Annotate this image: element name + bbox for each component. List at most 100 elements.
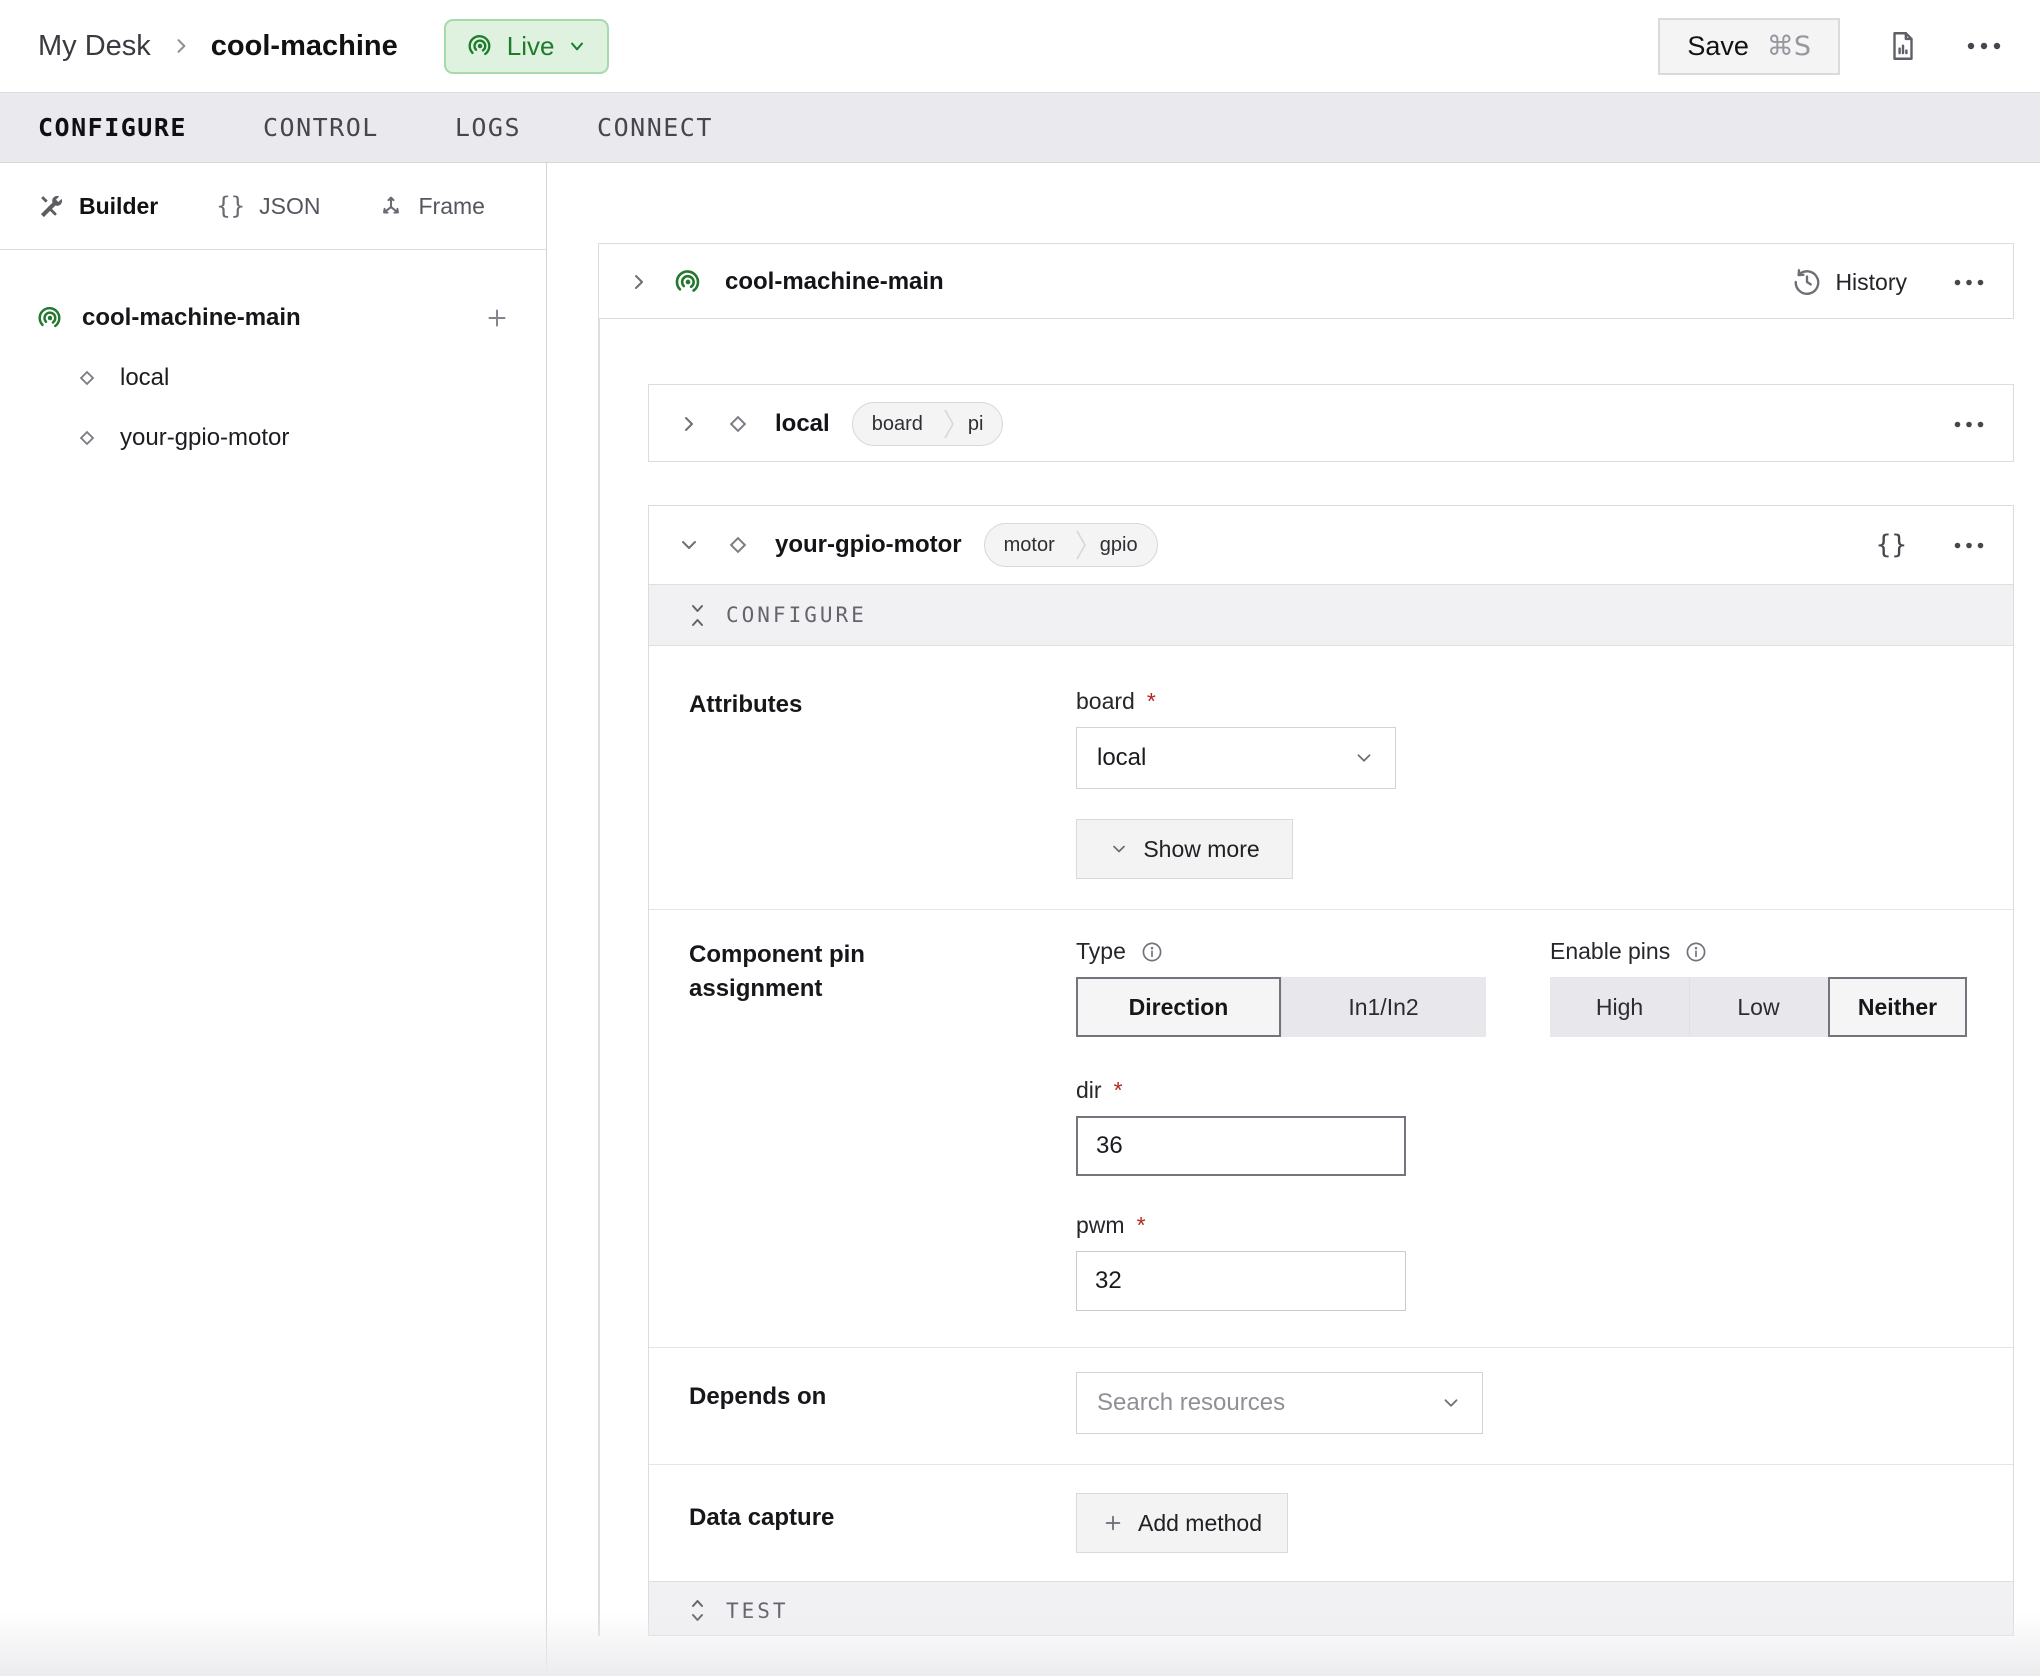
history-button[interactable]: History (1792, 267, 1907, 297)
broadcast-icon (466, 32, 494, 60)
chevron-down-icon (567, 36, 587, 56)
type-option-in1in2[interactable]: In1/In2 (1281, 977, 1486, 1037)
view-builder-label: Builder (79, 193, 158, 220)
braces-icon: {} (216, 192, 245, 220)
add-method-label: Add method (1138, 1510, 1262, 1537)
tag-type: board (853, 413, 942, 436)
breadcrumb-separator (171, 36, 191, 56)
resource-type-tags: board pi (852, 402, 1004, 446)
component-diamond-icon (74, 425, 100, 451)
board-field-label: board * (1076, 688, 1396, 715)
required-asterisk: * (1137, 1212, 1146, 1239)
type-field-label: Type (1076, 938, 1486, 965)
broadcast-icon (673, 267, 703, 297)
required-asterisk: * (1147, 688, 1156, 715)
expand-chevron-icon[interactable] (677, 412, 701, 436)
enable-pins-toggle-group: High Low Neither (1550, 977, 1967, 1037)
sidebar: Builder {} JSON Frame (0, 163, 547, 1676)
motor-card-title: your-gpio-motor (775, 531, 962, 559)
view-switcher: Builder {} JSON Frame (0, 163, 546, 250)
configure-canvas: cool-machine-main History (547, 163, 2040, 1676)
board-select-value: local (1097, 744, 1146, 772)
dir-pin-input[interactable] (1076, 1116, 1406, 1176)
enable-option-high[interactable]: High (1550, 977, 1689, 1037)
board-select[interactable]: local (1076, 727, 1396, 789)
add-component-icon[interactable] (484, 305, 510, 331)
resource-type-tags: motor gpio (984, 523, 1158, 567)
show-more-label: Show more (1143, 836, 1259, 863)
motor-component-card: your-gpio-motor motor gpio {} (648, 505, 2014, 1636)
machine-part-title: cool-machine-main (725, 268, 944, 296)
configure-section-label: CONFIGURE (726, 603, 867, 627)
machine-part-card: cool-machine-main History (598, 243, 2014, 319)
component-diamond-icon (74, 365, 100, 391)
content: Builder {} JSON Frame (0, 163, 2040, 1676)
pwm-field-label: pwm * (1076, 1212, 1967, 1239)
breadcrumb-parent[interactable]: My Desk (38, 30, 151, 63)
tree-item-your-gpio-motor[interactable]: your-gpio-motor (0, 408, 546, 468)
view-json[interactable]: {} JSON (216, 192, 320, 220)
tree-item-machine-part[interactable]: cool-machine-main (0, 288, 546, 348)
tag-model: pi (956, 413, 1003, 436)
tab-connect[interactable]: CONNECT (597, 113, 713, 142)
configure-section-bar[interactable]: CONFIGURE (649, 584, 2013, 646)
enable-option-low[interactable]: Low (1689, 977, 1828, 1037)
depends-on-select[interactable]: Search resources (1076, 1372, 1483, 1434)
pin-assignment-section-label: Component pin assignment (689, 938, 1076, 1311)
card-menu-icon[interactable] (1953, 278, 1985, 287)
tree-child-label: local (120, 364, 169, 392)
card-menu-icon[interactable] (1953, 420, 1985, 429)
live-status-badge[interactable]: Live (444, 19, 610, 74)
enable-option-neither[interactable]: Neither (1828, 977, 1967, 1037)
view-frame[interactable]: Frame (378, 193, 484, 220)
tag-type: motor (985, 534, 1074, 557)
tab-control[interactable]: CONTROL (263, 113, 379, 142)
collapse-chevron-icon[interactable] (677, 533, 701, 557)
depends-on-section: Depends on Search resources (649, 1347, 2013, 1464)
live-status-label: Live (507, 31, 555, 62)
type-option-direction[interactable]: Direction (1076, 977, 1281, 1037)
show-more-button[interactable]: Show more (1076, 819, 1293, 879)
pin-assignment-section: Component pin assignment Type (649, 909, 2013, 1347)
tab-logs[interactable]: LOGS (455, 113, 521, 142)
view-builder[interactable]: Builder (38, 193, 158, 220)
enable-pins-field-label: Enable pins (1550, 938, 1967, 965)
tree-connector-line (598, 319, 600, 1636)
save-button[interactable]: Save ⌘S (1658, 18, 1840, 75)
data-capture-section: Data capture Add method (649, 1464, 2013, 1581)
expand-chevron-icon[interactable] (627, 270, 651, 294)
save-shortcut: ⌘S (1767, 31, 1811, 62)
local-board-card: local board pi (648, 384, 2014, 462)
breadcrumb-current: cool-machine (211, 30, 398, 63)
tools-icon (38, 193, 65, 220)
tree-item-local[interactable]: local (0, 348, 546, 408)
save-label: Save (1687, 31, 1749, 62)
card-menu-icon[interactable] (1953, 541, 1985, 550)
axes-icon (378, 193, 404, 219)
depends-on-placeholder: Search resources (1097, 1389, 1285, 1417)
attributes-section-label: Attributes (689, 688, 1076, 879)
info-icon[interactable] (1684, 940, 1708, 964)
info-icon[interactable] (1140, 940, 1164, 964)
pwm-pin-input[interactable] (1076, 1251, 1406, 1311)
more-menu-icon[interactable] (1966, 41, 2002, 51)
component-diamond-icon (723, 409, 753, 439)
test-section-bar[interactable]: TEST (649, 1581, 2013, 1636)
view-json-label: JSON (259, 193, 320, 220)
type-toggle-group: Direction In1/In2 (1076, 977, 1486, 1037)
main-nav-tabs: CONFIGURE CONTROL LOGS CONNECT (0, 92, 2040, 163)
collapse-section-icon (689, 602, 706, 629)
machine-report-icon[interactable] (1886, 29, 1920, 63)
local-card-title: local (775, 410, 830, 438)
tree-root-label: cool-machine-main (82, 304, 301, 332)
enable-pins-toggle-block: Enable pins High Low Neither (1550, 938, 1967, 1037)
depends-on-section-label: Depends on (689, 1372, 1076, 1434)
add-method-button[interactable]: Add method (1076, 1493, 1288, 1553)
tab-configure[interactable]: CONFIGURE (38, 113, 187, 142)
test-section-label: TEST (726, 1599, 789, 1623)
data-capture-section-label: Data capture (689, 1493, 1076, 1553)
broadcast-icon (36, 304, 64, 332)
tag-model: gpio (1088, 534, 1157, 557)
json-braces-icon[interactable]: {} (1876, 530, 1907, 560)
view-frame-label: Frame (418, 193, 484, 220)
